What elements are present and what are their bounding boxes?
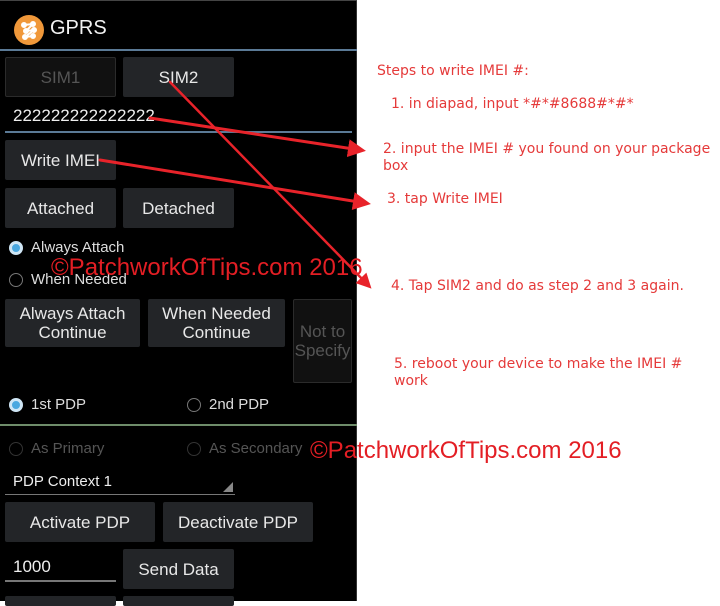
instructions-heading: Steps to write IMEI #:	[377, 63, 529, 79]
radio-unselected-icon	[187, 397, 201, 412]
action-bar: GPRS	[0, 0, 357, 51]
radio-as-secondary[interactable]: As Secondary	[187, 440, 302, 457]
when-needed-continue-button[interactable]: When Needed Continue	[148, 299, 285, 347]
dropdown-arrow-icon	[223, 482, 233, 492]
instruction-step-3: 3. tap Write IMEI	[387, 191, 503, 207]
deactivate-pdp-button[interactable]: Deactivate PDP	[163, 502, 313, 542]
gprs-app-icon	[14, 15, 44, 45]
phone-screen: GPRS SIM1 SIM2 222222222222222 Write IME…	[0, 0, 357, 606]
send-data-button[interactable]: Send Data	[123, 549, 234, 589]
partial-button[interactable]	[123, 596, 234, 606]
section-divider	[0, 424, 357, 426]
activate-pdp-button[interactable]: Activate PDP	[5, 502, 155, 542]
sim1-tab[interactable]: SIM1	[5, 57, 116, 97]
radio-label: As Secondary	[209, 440, 303, 457]
not-to-specify-button[interactable]: Not to Specify	[293, 299, 352, 383]
instruction-step-1: 1. in diapad, input *#*#8688#*#*	[391, 96, 634, 112]
radio-as-primary[interactable]: As Primary	[9, 440, 104, 457]
watermark-text: ©PatchworkOfTips.com 2016	[310, 437, 622, 464]
instruction-step-4: 4. Tap SIM2 and do as step 2 and 3 again…	[391, 278, 684, 294]
radio-selected-icon	[9, 240, 23, 255]
detached-button[interactable]: Detached	[123, 188, 234, 228]
radio-2nd-pdp[interactable]: 2nd PDP	[187, 396, 269, 413]
radio-unselected-icon	[9, 272, 23, 287]
imei-input[interactable]: 222222222222222	[5, 106, 352, 133]
radio-1st-pdp[interactable]: 1st PDP	[9, 396, 86, 413]
always-attach-continue-button[interactable]: Always Attach Continue	[5, 299, 140, 347]
radio-label: 1st PDP	[31, 396, 87, 413]
write-imei-button[interactable]: Write IMEI	[5, 140, 116, 180]
radio-label: 2nd PDP	[209, 396, 270, 413]
radio-unselected-icon	[187, 441, 201, 456]
partial-button[interactable]	[5, 596, 116, 606]
radio-label: As Primary	[31, 440, 105, 457]
sim2-tab[interactable]: SIM2	[123, 57, 234, 97]
attached-button[interactable]: Attached	[5, 188, 116, 228]
radio-unselected-icon	[9, 441, 23, 456]
instruction-step-2: 2. input the IMEI # you found on your pa…	[383, 141, 711, 174]
instruction-step-5: 5. reboot your device to make the IMEI #…	[394, 356, 683, 389]
radio-selected-icon	[9, 397, 23, 412]
pdp-context-dropdown[interactable]: PDP Context 1	[5, 470, 235, 495]
watermark-text: ©PatchworkOfTips.com 2016	[51, 254, 363, 281]
dropdown-value: PDP Context 1	[13, 473, 112, 490]
data-size-input[interactable]: 1000	[5, 557, 116, 582]
app-title: GPRS	[50, 17, 107, 39]
